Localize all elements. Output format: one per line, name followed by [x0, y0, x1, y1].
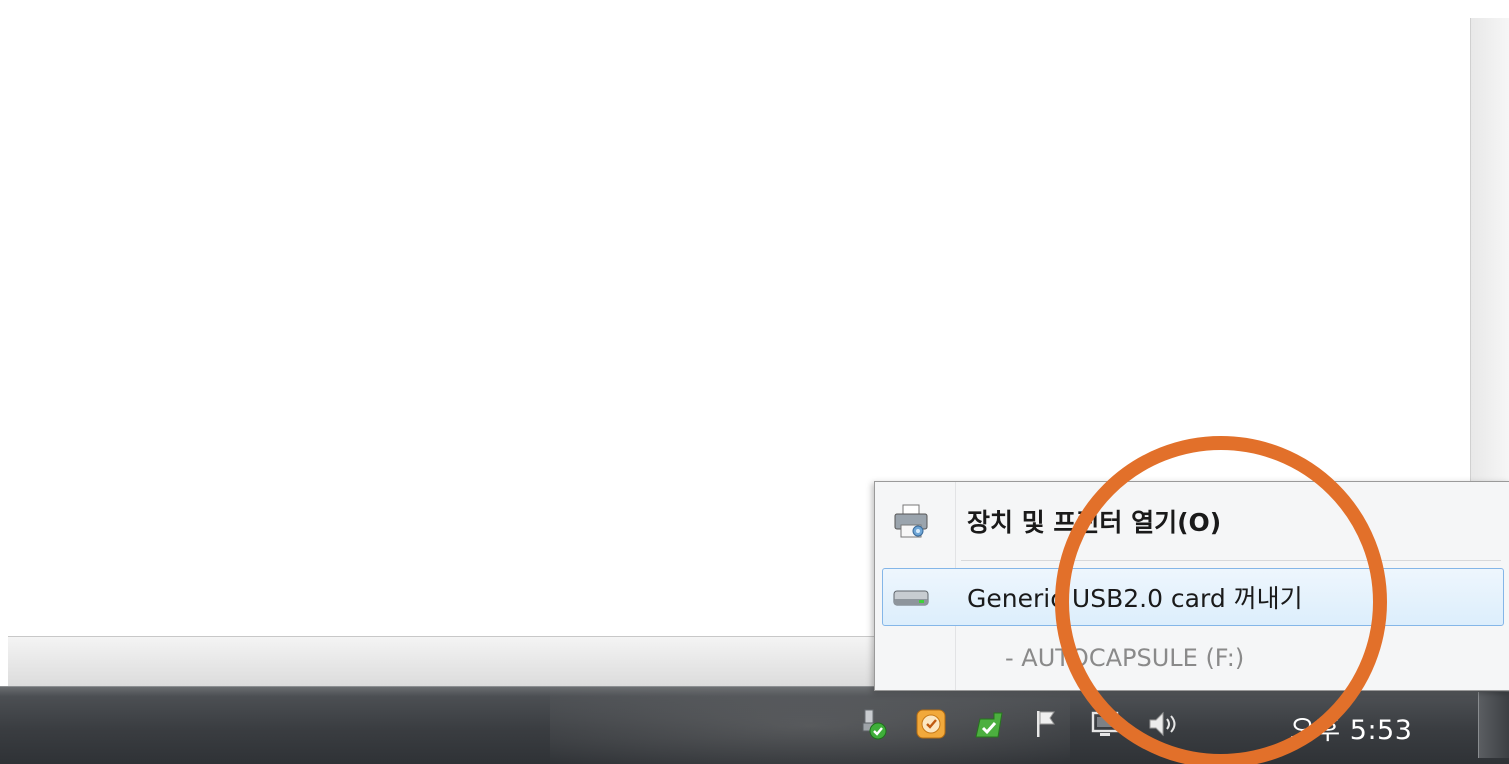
window-right-edge: [1470, 18, 1509, 488]
system-tray: [856, 704, 1204, 744]
show-desktop-button[interactable]: [1478, 692, 1509, 758]
taskbar: [0, 686, 1509, 764]
menu-subitem-volume: - AUTOCAPSULE (F:): [883, 632, 1503, 684]
action-center-flag-icon[interactable]: [1030, 707, 1064, 741]
update-check-icon[interactable]: [972, 707, 1006, 741]
security-shield-icon[interactable]: [914, 707, 948, 741]
usb-context-menu: 장치 및 프린터 열기(O) Generic USB2.0 card 꺼내기 -…: [874, 481, 1509, 691]
safely-remove-hardware-icon[interactable]: [856, 707, 890, 741]
menu-label-eject-usb-card: Generic USB2.0 card 꺼내기: [967, 584, 1303, 613]
taskbar-clock[interactable]: 오후 5:53: [1290, 708, 1412, 747]
menu-item-eject-usb-card[interactable]: Generic USB2.0 card 꺼내기: [882, 568, 1504, 626]
window-status-strip: [8, 636, 878, 686]
drive-icon: [889, 575, 933, 619]
volume-icon[interactable]: [1146, 707, 1180, 741]
network-icon[interactable]: [1088, 707, 1122, 741]
menu-label-volume: - AUTOCAPSULE (F:): [1005, 644, 1245, 672]
printer-icon: [889, 499, 933, 543]
menu-label-open-devices-printers: 장치 및 프린터 열기(O): [967, 508, 1222, 537]
menu-item-open-devices-printers[interactable]: 장치 및 프린터 열기(O): [883, 490, 1503, 552]
menu-divider: [961, 560, 1501, 561]
